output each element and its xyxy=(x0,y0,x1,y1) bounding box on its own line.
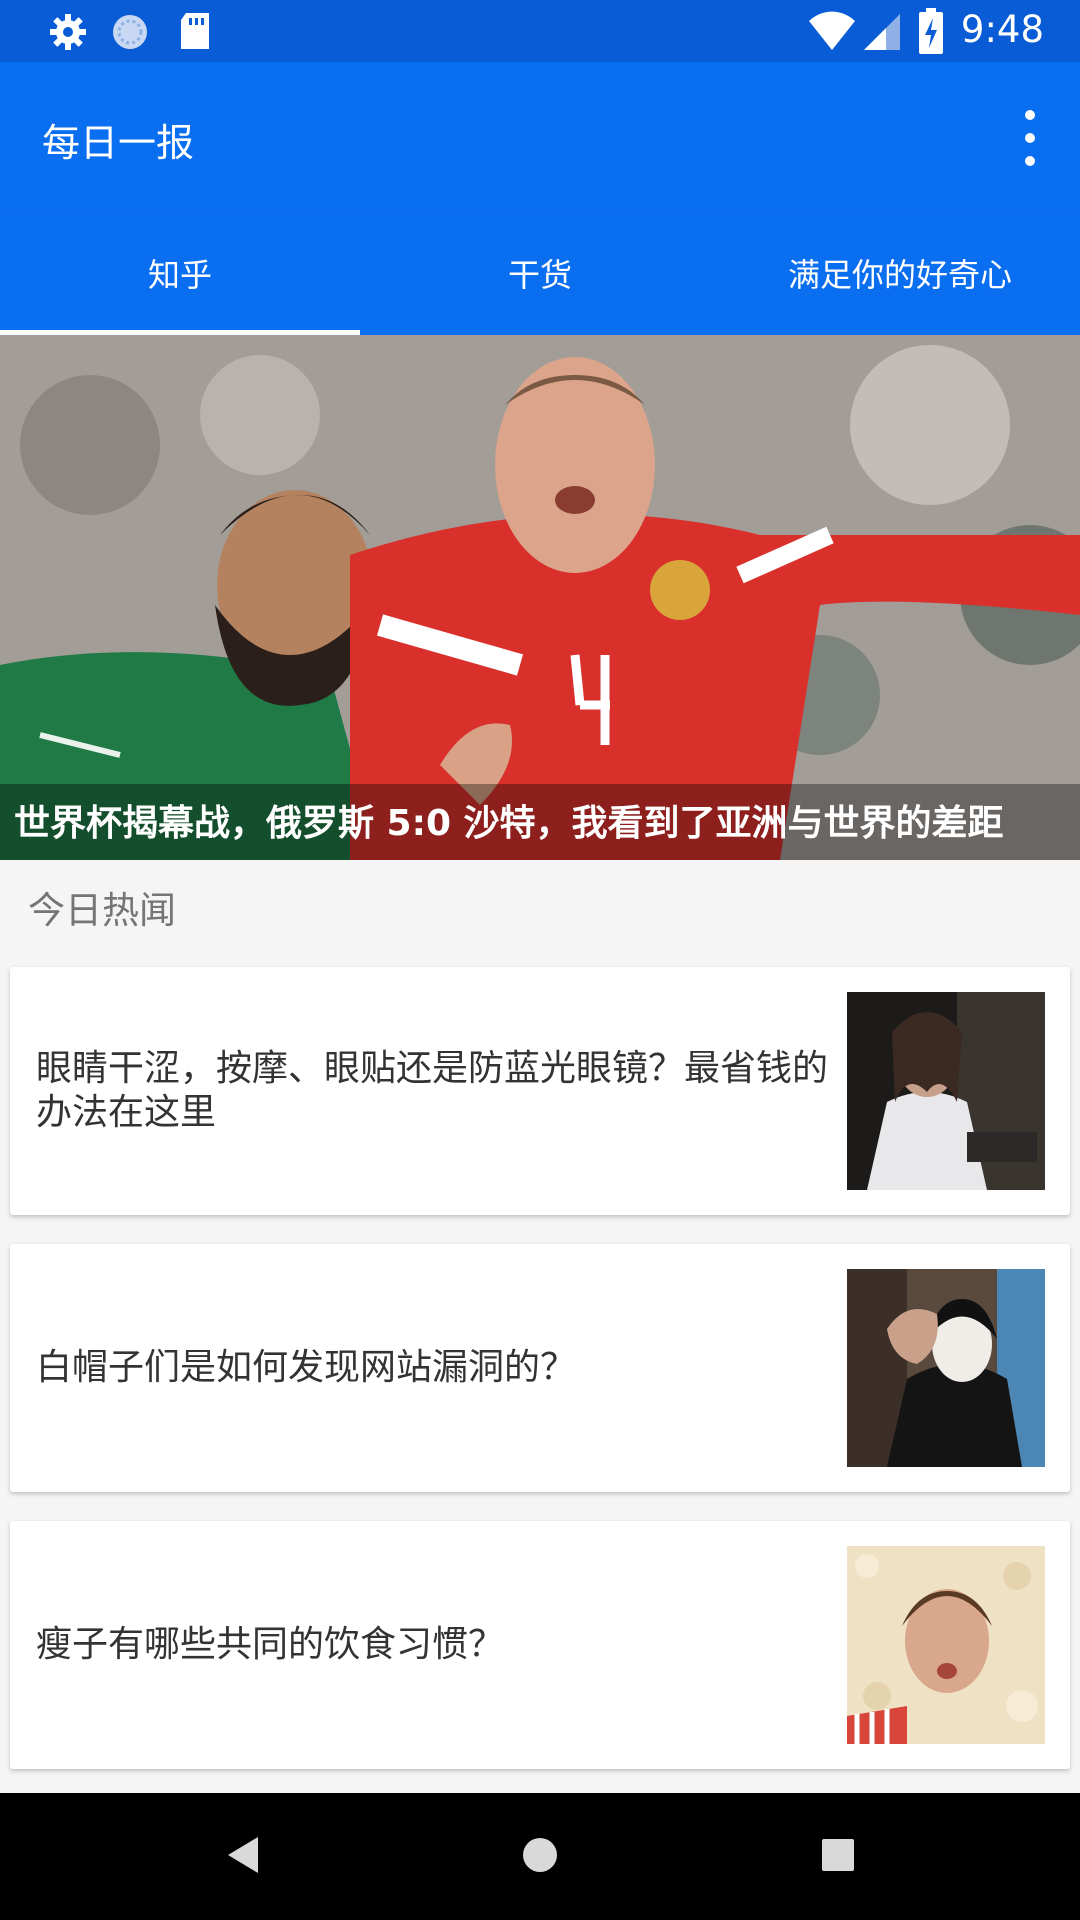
signal-icon xyxy=(862,12,902,56)
recents-icon[interactable] xyxy=(820,1837,856,1877)
clock-time: 9:48 xyxy=(960,8,1044,51)
tab-ganhuo[interactable]: 干货 xyxy=(360,210,720,335)
hero-image xyxy=(0,335,1080,860)
sync-icon xyxy=(110,12,150,56)
article-title: 白帽子们是如何发现网站漏洞的？ xyxy=(36,1347,577,1388)
section-title: 今日热闻 xyxy=(28,889,176,932)
article-title: 眼睛干涩，按摩、眼贴还是防蓝光眼镜？最省钱的办法在这里 xyxy=(36,1048,829,1133)
app-title: 每日一报 xyxy=(42,121,195,165)
home-icon[interactable] xyxy=(520,1835,560,1879)
article-title: 瘦子有哪些共同的饮食习惯？ xyxy=(36,1624,505,1665)
settings-icon xyxy=(48,12,88,56)
back-icon[interactable] xyxy=(224,1835,260,1879)
hero-banner[interactable]: 世界杯揭幕战，俄罗斯 5:0 沙特，我看到了亚洲与世界的差距 xyxy=(0,335,1080,860)
article-thumbnail xyxy=(847,1546,1045,1744)
article-card[interactable]: 瘦子有哪些共同的饮食习惯？ xyxy=(10,1521,1070,1769)
app-bar: 每日一报 xyxy=(0,62,1080,210)
tab-curiosity[interactable]: 满足你的好奇心 xyxy=(720,210,1080,335)
sd-card-icon xyxy=(178,12,212,54)
wifi-icon xyxy=(808,10,856,56)
article-card[interactable]: 白帽子们是如何发现网站漏洞的？ xyxy=(10,1244,1070,1492)
tab-zhihu[interactable]: 知乎 xyxy=(0,210,360,335)
article-card[interactable]: 眼睛干涩，按摩、眼贴还是防蓝光眼镜？最省钱的办法在这里 xyxy=(10,967,1070,1215)
hero-caption-bar: 世界杯揭幕战，俄罗斯 5:0 沙特，我看到了亚洲与世界的差距 xyxy=(0,784,1080,860)
article-thumbnail xyxy=(847,992,1045,1190)
tab-bar: 知乎 干货 满足你的好奇心 xyxy=(0,210,1080,335)
navigation-bar xyxy=(0,1793,1080,1920)
more-options-icon[interactable] xyxy=(1010,110,1050,166)
hero-caption: 世界杯揭幕战，俄罗斯 5:0 沙特，我看到了亚洲与世界的差距 xyxy=(14,803,1004,844)
battery-charging-icon xyxy=(918,8,944,58)
article-thumbnail xyxy=(847,1269,1045,1467)
status-bar: 9:48 xyxy=(0,0,1080,62)
